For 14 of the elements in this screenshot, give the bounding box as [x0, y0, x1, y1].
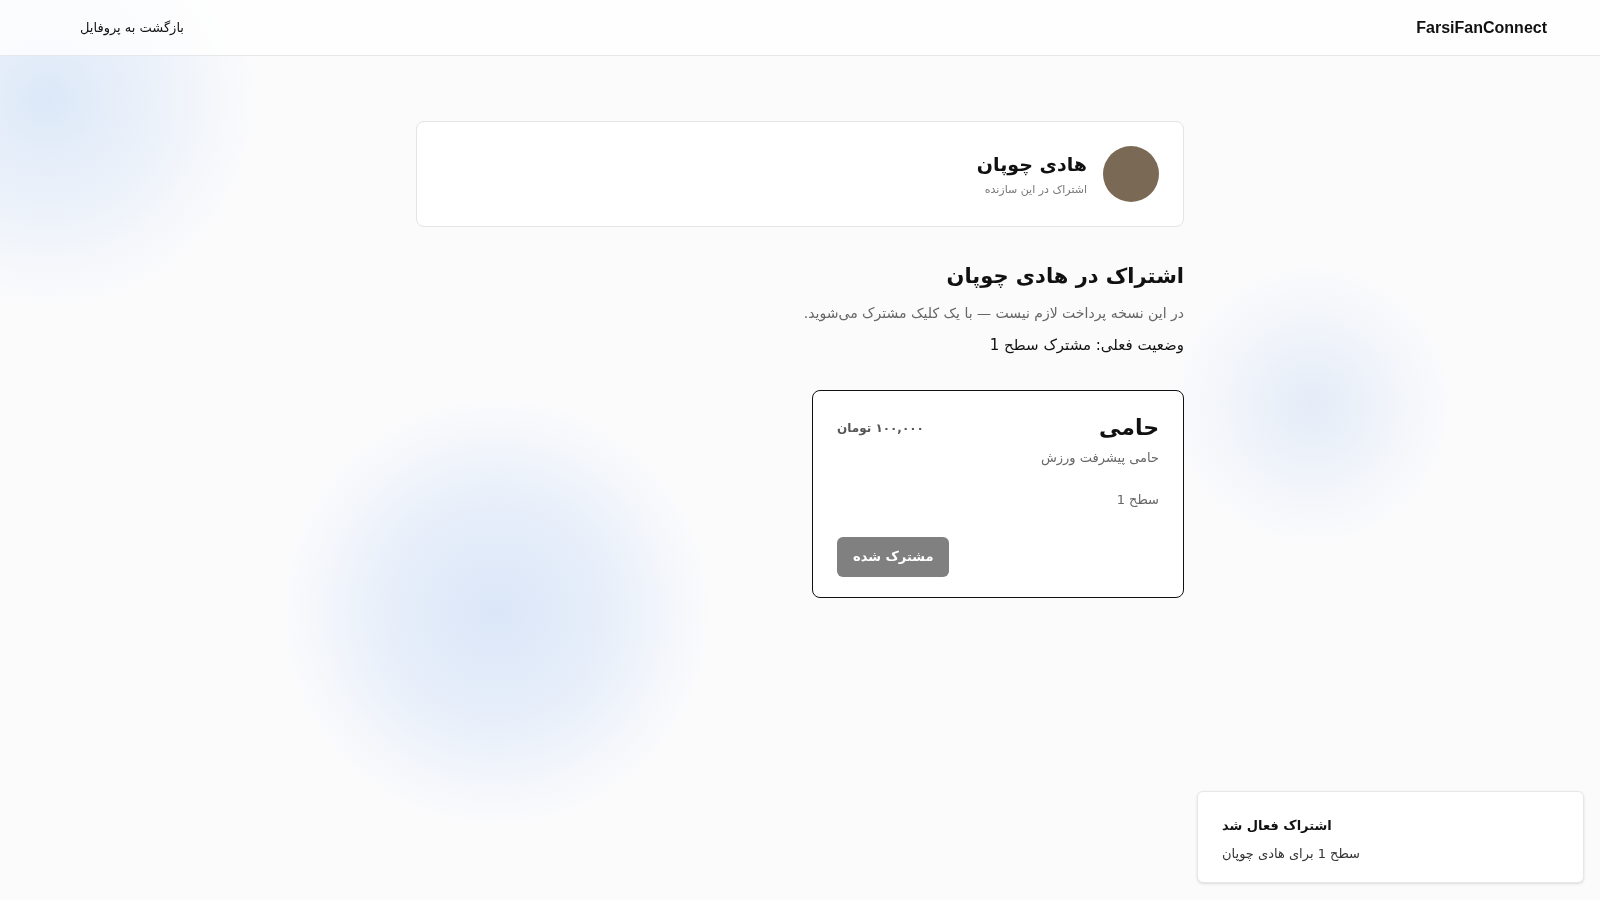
page-title: اشتراک در هادی چوپان	[946, 263, 1184, 290]
subscription-status: وضعیت فعلی: مشترک سطح 1	[989, 334, 1184, 356]
creator-name: هادی چوپان	[976, 151, 1087, 178]
payment-note: در این نسخه پرداخت لازم نیست — با یک کلیک مشترک می‌شوید.	[803, 303, 1184, 324]
toast-message: سطح 1 برای هادی چوپان	[1222, 844, 1360, 863]
toast-title: اشتراک فعال شد	[1222, 817, 1332, 835]
plan-price: ۱۰۰,۰۰۰ تومان	[837, 419, 924, 437]
avatar-placeholder	[1103, 146, 1159, 202]
plan-name: حامی	[1099, 414, 1159, 442]
brand-name: FarsiFanConnect	[1416, 17, 1547, 38]
back-link[interactable]: بازگشت به پروفایل	[80, 17, 184, 38]
plan-level-label: سطح 1	[1116, 490, 1159, 509]
creator-subtitle: اشتراک در این سازنده	[983, 182, 1087, 198]
plan-description: حامی پیشرفت ورزش	[1040, 449, 1159, 468]
